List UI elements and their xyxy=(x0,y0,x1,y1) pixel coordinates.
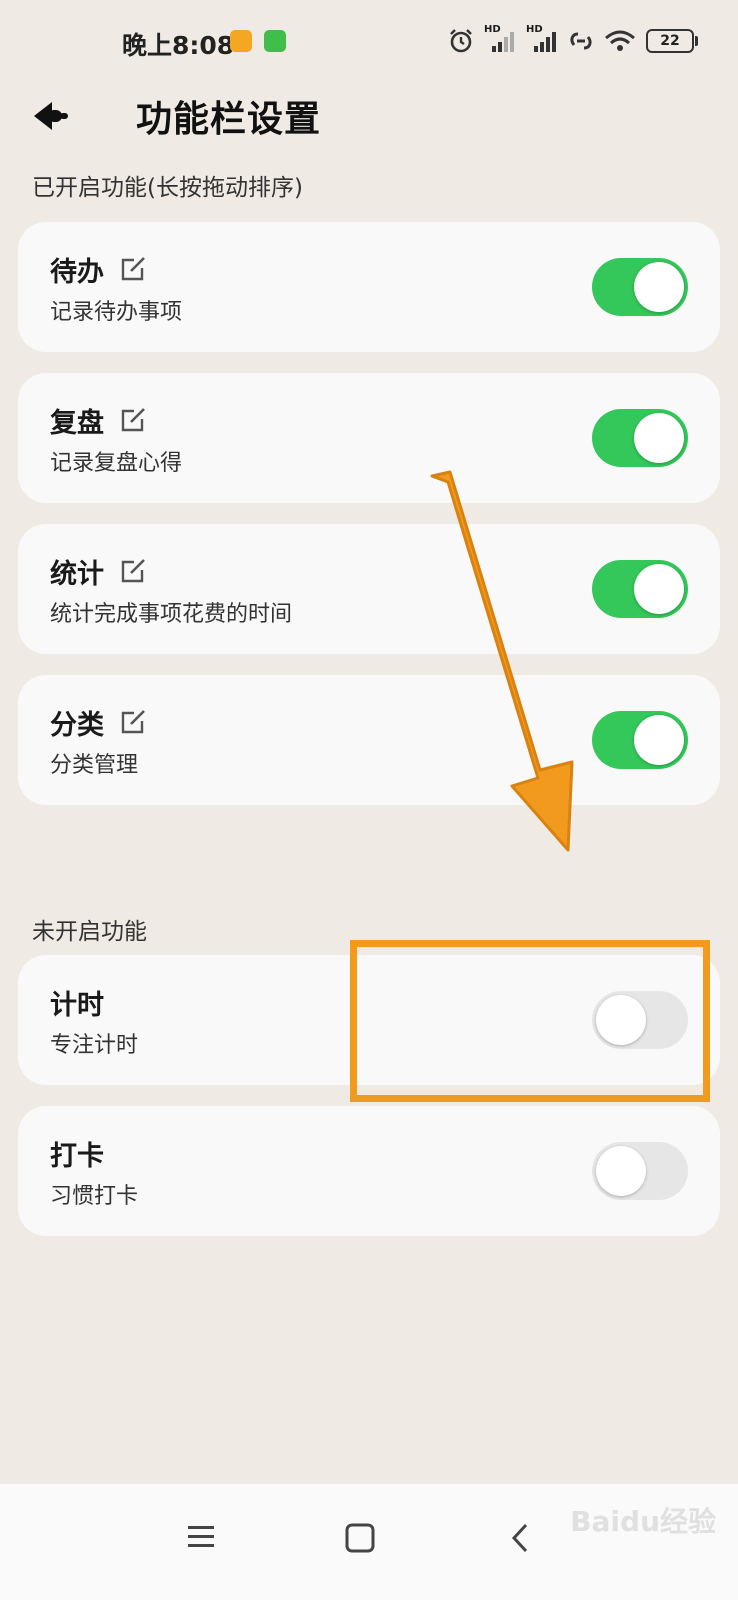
enabled-section-label: 已开启功能(长按拖动排序) xyxy=(32,175,303,201)
status-time: 晚上8:08 xyxy=(122,31,235,60)
back-icon[interactable] xyxy=(30,96,76,136)
feature-card-stats[interactable]: 统计 统计完成事项花费的时间 xyxy=(18,524,720,654)
signal-1: HD xyxy=(484,24,516,54)
home-icon[interactable] xyxy=(344,1522,376,1554)
disabled-section-label: 未开启功能 xyxy=(32,919,147,945)
status-icons: HD HD 22 xyxy=(448,24,698,58)
feature-subtitle: 记录复盘心得 xyxy=(50,451,183,476)
header: 功能栏设置 xyxy=(0,80,738,150)
navigation-bar: Baidu经验 xyxy=(0,1484,738,1600)
feature-title: 分类 xyxy=(50,710,104,741)
feature-toggle[interactable] xyxy=(592,409,688,467)
feature-card-checkin[interactable]: 打卡 习惯打卡 xyxy=(18,1106,720,1236)
edit-icon[interactable] xyxy=(120,254,148,282)
edit-icon[interactable] xyxy=(120,556,148,584)
feature-subtitle: 记录待办事项 xyxy=(50,300,183,325)
status-bar: 晚上8:08 HD HD 22 xyxy=(0,0,738,80)
edit-icon[interactable] xyxy=(120,707,148,735)
annotation-highlight-box xyxy=(350,940,710,1102)
feature-card-todo[interactable]: 待办 记录待办事项 xyxy=(18,222,720,352)
back-nav-icon[interactable] xyxy=(508,1522,532,1554)
feature-subtitle: 专注计时 xyxy=(50,1033,139,1058)
alarm-icon xyxy=(450,29,472,53)
menu-icon[interactable] xyxy=(186,1522,216,1552)
toggle-knob xyxy=(596,1146,646,1196)
toggle-knob xyxy=(634,564,684,614)
signal-hd-label: HD xyxy=(526,24,543,35)
edit-icon[interactable] xyxy=(120,405,148,433)
signal-hd-label: HD xyxy=(484,24,501,35)
feature-toggle[interactable] xyxy=(592,560,688,618)
toggle-knob xyxy=(634,413,684,463)
link-icon xyxy=(570,32,592,50)
feature-subtitle: 分类管理 xyxy=(50,753,139,778)
battery-icon: 22 xyxy=(646,29,698,53)
annotation-arrow xyxy=(430,470,574,852)
feature-title: 打卡 xyxy=(50,1141,104,1172)
feature-toggle[interactable] xyxy=(592,711,688,769)
feature-title: 统计 xyxy=(50,559,104,590)
feature-card-category[interactable]: 分类 分类管理 xyxy=(18,675,720,805)
feature-subtitle: 统计完成事项花费的时间 xyxy=(50,602,293,627)
feature-subtitle: 习惯打卡 xyxy=(50,1184,139,1209)
feature-card-review[interactable]: 复盘 记录复盘心得 xyxy=(18,373,720,503)
wifi-icon xyxy=(605,30,635,51)
feature-title: 复盘 xyxy=(50,408,104,439)
notification-wechat-icon xyxy=(264,30,286,52)
signal-2: HD xyxy=(526,24,558,54)
watermark: Baidu经验 xyxy=(570,1505,716,1538)
battery-level: 22 xyxy=(660,33,680,49)
feature-title: 待办 xyxy=(50,257,104,288)
feature-toggle[interactable] xyxy=(592,1142,688,1200)
feature-toggle[interactable] xyxy=(592,258,688,316)
notification-app-icon xyxy=(230,30,252,52)
feature-title: 计时 xyxy=(50,990,104,1021)
toggle-knob xyxy=(634,262,684,312)
toggle-knob xyxy=(634,715,684,765)
page-title: 功能栏设置 xyxy=(136,99,322,140)
